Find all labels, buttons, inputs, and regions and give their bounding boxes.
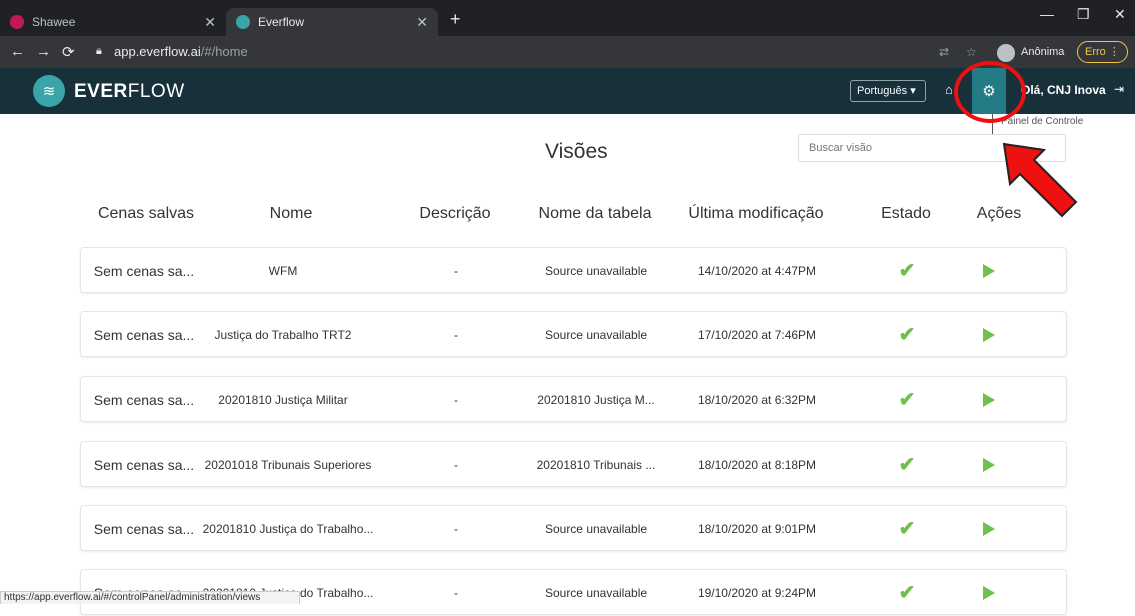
descricao-cell: - [454,264,458,278]
browser-status-url: https://app.everflow.ai/#/controlPanel/a… [0,591,300,604]
table-row[interactable]: Sem cenas sa... 20201810 Justiça do Trab… [80,505,1067,551]
tab-label: Everflow [258,15,305,29]
url-field[interactable]: app.everflow.ai/#/home [114,44,248,59]
play-icon[interactable] [983,264,995,278]
modificacao-cell: 18/10/2020 at 8:18PM [697,458,817,472]
brand-name[interactable]: EVERFLOW [74,81,185,103]
nome-cell: Justiça do Trabalho TRT2 [214,328,352,342]
check-icon: ✔ [898,518,916,540]
modificacao-cell: 18/10/2020 at 6:32PM [697,393,817,407]
logout-icon[interactable]: ⇥ [1114,82,1124,96]
modificacao-cell: 19/10/2020 at 9:24PM [697,586,817,600]
nome-cell: 20201810 Justiça Militar [218,393,348,407]
column-header: Cenas salvas [97,205,195,222]
minimize-icon[interactable]: — [1040,6,1054,22]
profile-label[interactable]: Anônima [1021,46,1064,58]
everflow-logo-icon[interactable]: ≋ [33,75,65,107]
descricao-cell: - [454,328,458,342]
modificacao-cell: 14/10/2020 at 4:47PM [697,264,817,278]
tab-label: Shawee [32,15,76,29]
tabela-cell: Source unavailable [544,522,648,536]
error-badge[interactable]: Erro ⋮ [1077,41,1128,63]
maximize-icon[interactable]: ❐ [1077,6,1090,23]
column-header: Nome da tabela [538,205,652,222]
table-header: Cenas salvas Nome Descrição Nome da tabe… [80,205,1066,235]
translate-icon[interactable]: ⇄ [939,45,949,59]
close-icon[interactable]: ✕ [416,14,428,31]
incognito-avatar-icon[interactable] [997,44,1015,62]
play-icon[interactable] [983,522,995,536]
settings-tooltip: Painel de Controle [992,114,1135,136]
column-header: Última modificação [688,205,824,222]
descricao-cell: - [454,522,458,536]
cenas-salvas-cell: Sem cenas sa... [93,521,195,537]
gear-icon: ⚙ [982,83,996,100]
home-icon[interactable]: ⌂ [945,82,953,97]
check-icon: ✔ [898,260,916,282]
star-icon[interactable]: ☆ [966,45,977,59]
table-row[interactable]: Sem cenas sa... 20201810 Justiça Militar… [80,376,1067,422]
column-header: Descrição [419,205,491,222]
url-host: app.everflow.ai [114,44,201,59]
app-navbar: ≋ EVERFLOW Português ▾ ⌂ ⚙ Olá, CNJ Inov… [0,68,1135,114]
tab-everflow[interactable]: Everflow ✕ [226,8,438,36]
cenas-salvas-cell: Sem cenas sa... [93,392,195,408]
shawee-favicon-icon [10,15,24,29]
window-close-icon[interactable]: ✕ [1114,6,1126,23]
check-icon: ✔ [898,454,916,476]
tab-shawee[interactable]: Shawee ✕ [0,8,226,36]
nome-cell: 20201810 Justiça do Trabalho... [202,522,374,536]
close-icon[interactable]: ✕ [204,14,216,31]
cenas-salvas-cell: Sem cenas sa... [93,457,195,473]
column-header: Estado [881,205,931,222]
page-title: Visões [545,140,608,163]
play-icon[interactable] [983,328,995,342]
url-path: /#/home [200,44,248,59]
table-row[interactable]: Sem cenas sa... Justiça do Trabalho TRT2… [80,311,1067,357]
address-bar: ← → ⟳ 🔒︎ app.everflow.ai/#/home ⇄ ☆ Anôn… [0,36,1135,68]
search-input[interactable] [798,134,1066,162]
user-greeting[interactable]: Olá, CNJ Inova [1021,83,1106,97]
nome-cell: 20201018 Tribunais Superiores [204,458,372,472]
column-header: Ações [976,205,1022,222]
play-icon[interactable] [983,393,995,407]
play-icon[interactable] [983,458,995,472]
descricao-cell: - [454,586,458,600]
modificacao-cell: 18/10/2020 at 9:01PM [697,522,817,536]
tabela-cell: 20201810 Tribunais ... [536,458,656,472]
forward-icon[interactable]: → [36,43,51,60]
play-icon[interactable] [983,586,995,600]
tabela-cell: 20201810 Justiça M... [537,393,655,407]
tabela-cell: Source unavailable [544,264,648,278]
table-row[interactable]: Sem cenas sa... WFM - Source unavailable… [80,247,1067,293]
brand-strong: EVER [74,81,128,102]
tabela-cell: Source unavailable [544,586,648,600]
check-icon: ✔ [898,389,916,411]
settings-gear-button[interactable]: ⚙ [972,68,1006,114]
descricao-cell: - [454,458,458,472]
everflow-favicon-icon [236,15,250,29]
check-icon: ✔ [898,324,916,346]
column-header: Nome [269,205,313,222]
reload-icon[interactable]: ⟳ [62,43,75,61]
lock-icon[interactable]: 🔒︎ [96,45,102,58]
tabela-cell: Source unavailable [544,328,648,342]
nome-cell: WFM [268,264,298,278]
descricao-cell: - [454,393,458,407]
back-icon[interactable]: ← [10,43,25,60]
cenas-salvas-cell: Sem cenas sa... [93,327,195,343]
check-icon: ✔ [898,582,916,604]
cenas-salvas-cell: Sem cenas sa... [93,263,195,279]
browser-tab-strip: Shawee ✕ Everflow ✕ + — ❐ ✕ [0,0,1135,36]
brand-rest: FLOW [127,81,185,102]
table-row[interactable]: Sem cenas sa... 20201018 Tribunais Super… [80,441,1067,487]
new-tab-button[interactable]: + [450,9,461,30]
modificacao-cell: 17/10/2020 at 7:46PM [697,328,817,342]
language-select[interactable]: Português ▾ [850,80,926,102]
